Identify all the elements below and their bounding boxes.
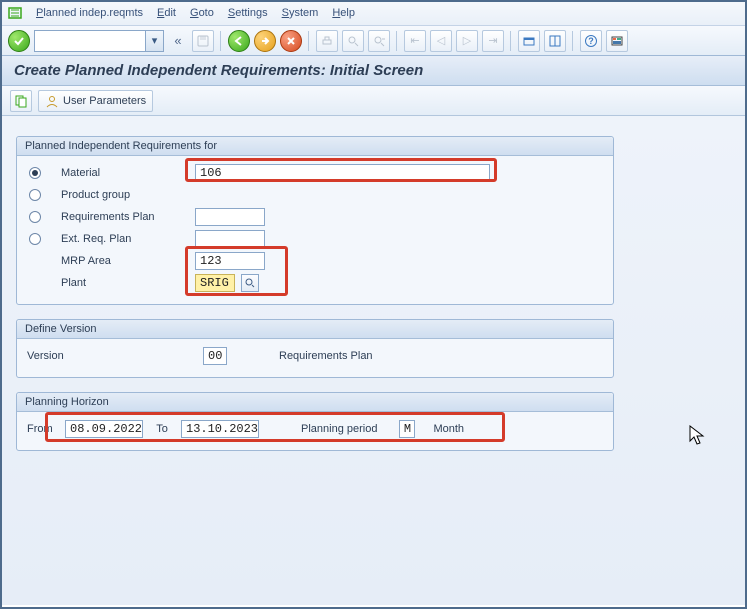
find-next-button[interactable] (368, 30, 390, 52)
to-date-input[interactable]: 13.10.2023 (181, 420, 259, 438)
menu-system[interactable]: System (282, 7, 319, 19)
app-menu-icon[interactable] (8, 6, 22, 20)
mrp-area-input[interactable]: 123 (195, 252, 265, 270)
mrp-area-label: MRP Area (61, 255, 189, 267)
plant-label: Plant (61, 277, 189, 289)
material-label: Material (61, 167, 189, 179)
material-input[interactable]: 106 (195, 164, 490, 182)
application-toolbar: User Parameters (2, 86, 745, 116)
toolbar-separator (510, 31, 512, 51)
menu-planned-indep-reqmts[interactable]: Planned indep.reqmts (36, 7, 143, 19)
svg-text:?: ? (588, 36, 594, 46)
group-version-header: Define Version (17, 320, 613, 339)
product-group-label: Product group (61, 189, 189, 201)
next-page-button[interactable]: ▷ (456, 30, 478, 52)
plant-input[interactable]: SRIG (195, 274, 235, 292)
first-page-button[interactable]: ⇤ (404, 30, 426, 52)
collapse-toolbar-icon[interactable]: « (168, 33, 188, 48)
enter-button[interactable] (8, 30, 30, 52)
version-label: Version (27, 350, 197, 362)
user-icon (45, 94, 59, 108)
cancel-button[interactable] (280, 30, 302, 52)
ext-req-plan-input[interactable] (195, 230, 265, 248)
toolbar-separator (396, 31, 398, 51)
layout-button[interactable] (544, 30, 566, 52)
ext-req-plan-label: Ext. Req. Plan (61, 233, 189, 245)
screen-title-bar: Create Planned Independent Requirements:… (2, 56, 745, 86)
new-session-button[interactable] (518, 30, 540, 52)
product-group-radio[interactable] (29, 189, 41, 201)
to-label: To (149, 423, 175, 435)
version-req-plan-label: Requirements Plan (279, 350, 373, 362)
requirements-plan-radio[interactable] (29, 211, 41, 223)
requirements-plan-label: Requirements Plan (61, 211, 189, 223)
group-define-version: Define Version Version 00 Requirements P… (16, 319, 614, 378)
menu-help[interactable]: Help (332, 7, 355, 19)
ext-req-plan-radio[interactable] (29, 233, 41, 245)
search-help-icon (245, 278, 255, 288)
menu-goto[interactable]: Goto (190, 7, 214, 19)
user-parameters-label: User Parameters (63, 95, 146, 107)
find-button[interactable] (342, 30, 364, 52)
requirements-plan-input[interactable] (195, 208, 265, 226)
save-button[interactable] (192, 30, 214, 52)
plant-search-help-button[interactable] (241, 274, 259, 292)
copy-from-button[interactable] (10, 90, 32, 112)
group-planning-horizon: Planning Horizon From 08.09.2022 To 13.1… (16, 392, 614, 451)
command-field[interactable]: ▾ (34, 30, 164, 52)
last-page-button[interactable]: ⇥ (482, 30, 504, 52)
standard-toolbar: ▾ « ⇤ ◁ ▷ ⇥ ? (2, 26, 745, 56)
toolbar-separator (572, 31, 574, 51)
exit-button[interactable] (254, 30, 276, 52)
planning-period-label: Planning period (301, 423, 377, 435)
from-label: From (27, 423, 59, 435)
command-field-dropdown-icon[interactable]: ▾ (145, 31, 163, 51)
screen-title: Create Planned Independent Requirements:… (14, 62, 733, 79)
group-horizon-header: Planning Horizon (17, 393, 613, 412)
toolbar-separator (308, 31, 310, 51)
planning-period-code-input[interactable]: M (399, 420, 415, 438)
prev-page-button[interactable]: ◁ (430, 30, 452, 52)
menu-settings[interactable]: Settings (228, 7, 268, 19)
help-button[interactable]: ? (580, 30, 602, 52)
version-input[interactable]: 00 (203, 347, 227, 365)
local-layout-button[interactable] (606, 30, 628, 52)
group-pir-for: Planned Independent Requirements for Mat… (16, 136, 614, 305)
back-button[interactable] (228, 30, 250, 52)
toolbar-separator (220, 31, 222, 51)
print-button[interactable] (316, 30, 338, 52)
from-date-input[interactable]: 08.09.2022 (65, 420, 143, 438)
menu-bar: Planned indep.reqmts Edit Goto Settings … (2, 2, 745, 26)
planning-period-text: Month (433, 423, 464, 435)
content-area: Planned Independent Requirements for Mat… (2, 116, 745, 605)
user-parameters-button[interactable]: User Parameters (38, 90, 153, 112)
material-radio[interactable] (29, 167, 41, 179)
group-pir-header: Planned Independent Requirements for (17, 137, 613, 156)
menu-edit[interactable]: Edit (157, 7, 176, 19)
